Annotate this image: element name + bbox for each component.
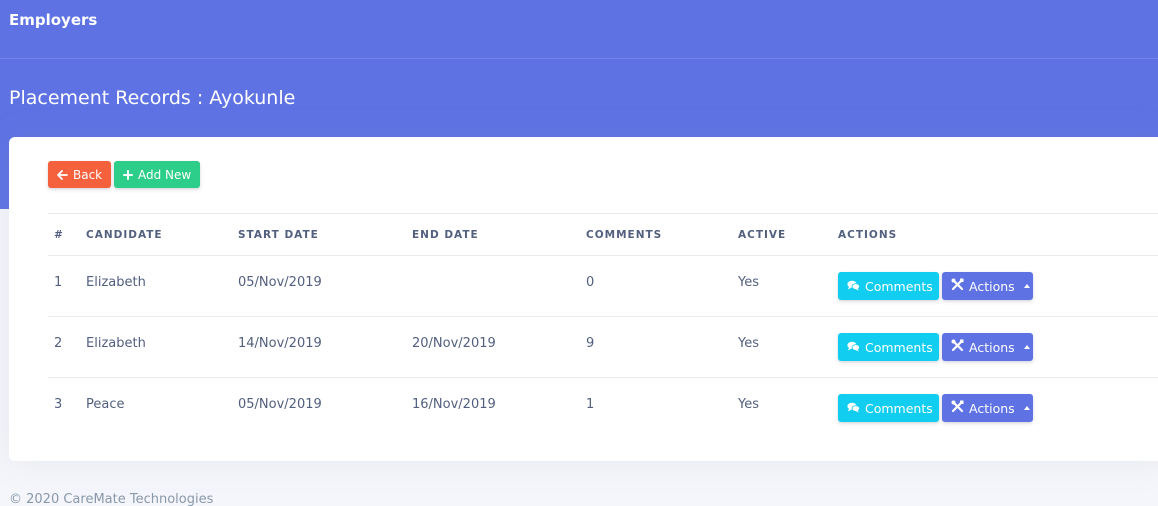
candidate-name: Peace	[86, 396, 125, 412]
comments-count: 1	[586, 396, 595, 412]
end-date: 20/Nov/2019	[412, 335, 496, 351]
row-number: 2	[54, 335, 63, 351]
brand-title[interactable]: Employers	[9, 11, 97, 29]
actions-dropdown-button[interactable]: Actions	[942, 272, 1033, 300]
candidate-name: Elizabeth	[86, 335, 146, 351]
active-status: Yes	[738, 274, 759, 290]
start-date: 14/Nov/2019	[238, 335, 322, 351]
records-card: Back Add New # CANDIDATE START DATE END …	[9, 137, 1158, 461]
actions-dropdown-button[interactable]: Actions	[942, 394, 1033, 422]
comments-label: Comments	[865, 339, 933, 355]
actions-label: Actions	[969, 339, 1015, 355]
comments-label: Comments	[865, 400, 933, 416]
caret-up-icon	[1023, 406, 1030, 410]
start-date: 05/Nov/2019	[238, 396, 322, 412]
comments-count: 9	[586, 335, 595, 351]
active-status: Yes	[738, 396, 759, 412]
placement-table: # CANDIDATE START DATE END DATE COMMENTS…	[48, 213, 1158, 438]
comments-button[interactable]: Comments	[838, 333, 939, 361]
table-header-row: # CANDIDATE START DATE END DATE COMMENTS…	[48, 213, 1158, 255]
arrow-left-icon	[57, 169, 68, 180]
plus-icon	[123, 169, 133, 180]
table-row: 3 Peace 05/Nov/2019 16/Nov/2019 1 Yes Co…	[48, 377, 1158, 438]
comments-icon	[847, 279, 860, 294]
active-status: Yes	[738, 335, 759, 351]
tools-icon	[951, 400, 964, 416]
comments-icon	[847, 401, 860, 416]
actions-label: Actions	[969, 400, 1015, 416]
comments-button[interactable]: Comments	[838, 394, 939, 422]
header-candidate[interactable]: CANDIDATE	[86, 214, 163, 255]
table-row: 2 Elizabeth 14/Nov/2019 20/Nov/2019 9 Ye…	[48, 316, 1158, 377]
back-label: Back	[73, 167, 103, 182]
caret-up-icon	[1023, 284, 1030, 288]
page-title: Placement Records : Ayokunle	[9, 87, 296, 109]
row-number: 1	[54, 274, 63, 290]
comments-label: Comments	[865, 278, 933, 294]
header-comments[interactable]: COMMENTS	[586, 214, 662, 255]
header-end-date[interactable]: END DATE	[412, 214, 479, 255]
add-new-label: Add New	[138, 167, 192, 182]
back-button[interactable]: Back	[48, 161, 112, 188]
comments-count: 0	[586, 274, 595, 290]
end-date: 16/Nov/2019	[412, 396, 496, 412]
tools-icon	[951, 339, 964, 355]
comments-button[interactable]: Comments	[838, 272, 939, 300]
tools-icon	[951, 278, 964, 294]
header-active[interactable]: ACTIVE	[738, 214, 786, 255]
topbar: Employers	[0, 0, 1158, 59]
header-actions: ACTIONS	[838, 228, 898, 241]
start-date: 05/Nov/2019	[238, 274, 322, 290]
header-number: #	[54, 228, 64, 241]
header-start-date[interactable]: START DATE	[238, 214, 319, 255]
table-row: 1 Elizabeth 05/Nov/2019 0 Yes Comments A…	[48, 255, 1158, 316]
actions-dropdown-button[interactable]: Actions	[942, 333, 1033, 361]
footer-copyright: © 2020 CareMate Technologies	[9, 492, 214, 506]
actions-label: Actions	[969, 278, 1015, 294]
comments-icon	[847, 340, 860, 355]
candidate-name: Elizabeth	[86, 274, 146, 290]
caret-up-icon	[1023, 345, 1030, 349]
add-new-button[interactable]: Add New	[114, 161, 200, 188]
row-number: 3	[54, 396, 63, 412]
